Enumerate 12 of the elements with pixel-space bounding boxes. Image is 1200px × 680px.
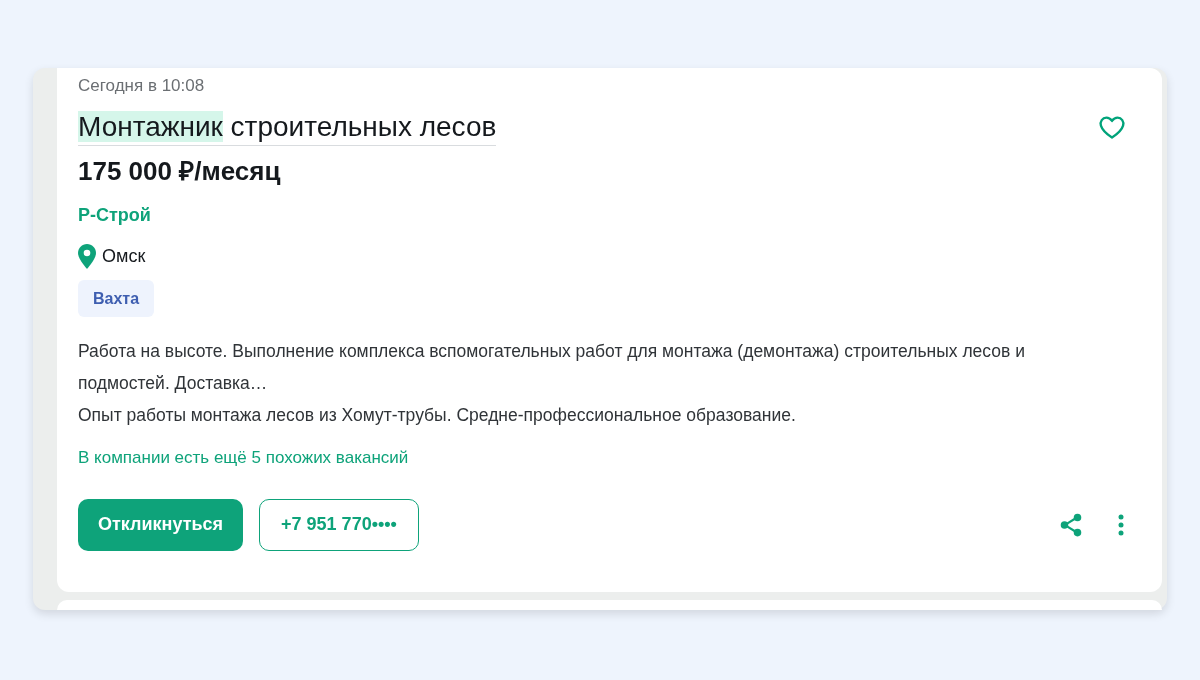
- phone-button[interactable]: +7 951 770••••: [259, 498, 419, 551]
- city: Омск: [102, 245, 146, 268]
- company-link[interactable]: Р-Строй: [78, 203, 151, 227]
- description-text: Работа на высоте. Выполнение комплекса вспомогательных работ для монтажа (демонтажа) строительных лесов и подмостей. Доставка…: [78, 340, 1026, 395]
- publish-time: Сегодня в 10:08: [78, 75, 206, 97]
- respond-button[interactable]: Откликнуться: [78, 498, 244, 551]
- description-text: Опыт работы монтажа лесов из Хомут-трубы. Средне-профессиональное образование.: [78, 404, 797, 427]
- job-title-link[interactable]: Монтажник строительных лесов: [78, 109, 497, 146]
- tag: Вахта: [78, 280, 155, 317]
- similar-vacancies-link[interactable]: В компании есть ещё 5 похожих вакансий: [78, 445, 409, 471]
- salary: 175 000 ₽/месяц: [78, 155, 282, 188]
- location-pin-icon: [78, 244, 96, 269]
